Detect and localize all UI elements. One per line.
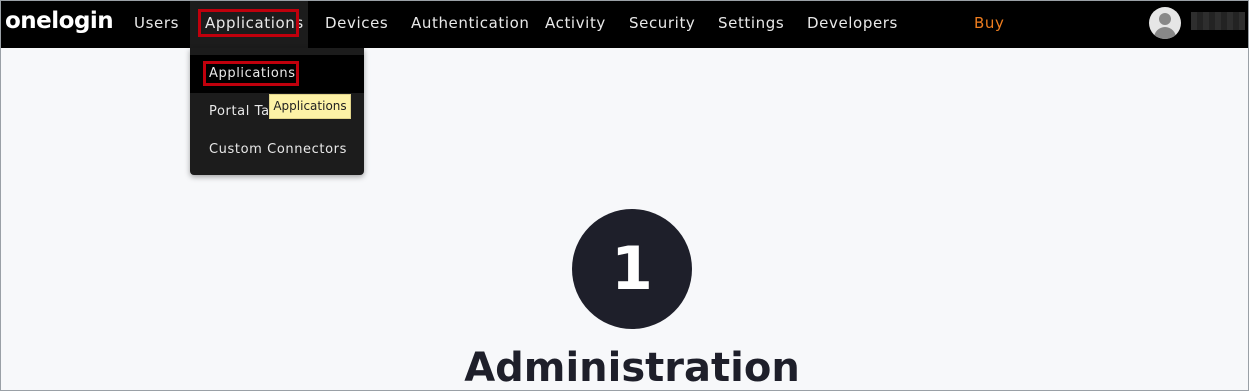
highlight-box-dropdown-applications [203, 61, 299, 86]
nav-item-settings[interactable]: Settings [718, 1, 784, 48]
nav-item-devices[interactable]: Devices [325, 1, 388, 48]
highlight-box-nav-applications [198, 9, 299, 37]
username-redacted[interactable] [1191, 12, 1245, 30]
top-navigation-bar: onelogin Users Applications Devices Auth… [1, 1, 1248, 48]
user-avatar-icon[interactable] [1149, 7, 1181, 39]
avatar-body [1154, 27, 1176, 39]
nav-item-developers[interactable]: Developers [807, 1, 898, 48]
nav-item-activity[interactable]: Activity [545, 1, 606, 48]
dropdown-item-custom-connectors[interactable]: Custom Connectors [190, 131, 364, 169]
page-heading: Administration [464, 345, 800, 391]
nav-item-users[interactable]: Users [134, 1, 179, 48]
nav-item-buy[interactable]: Buy [974, 1, 1004, 48]
onelogin-logo[interactable]: onelogin [5, 8, 114, 34]
nav-item-authentication[interactable]: Authentication [411, 1, 530, 48]
step-number-badge: 1 [572, 209, 692, 329]
tooltip: Applications [269, 94, 351, 119]
nav-item-security[interactable]: Security [629, 1, 695, 48]
avatar-head [1159, 13, 1171, 25]
